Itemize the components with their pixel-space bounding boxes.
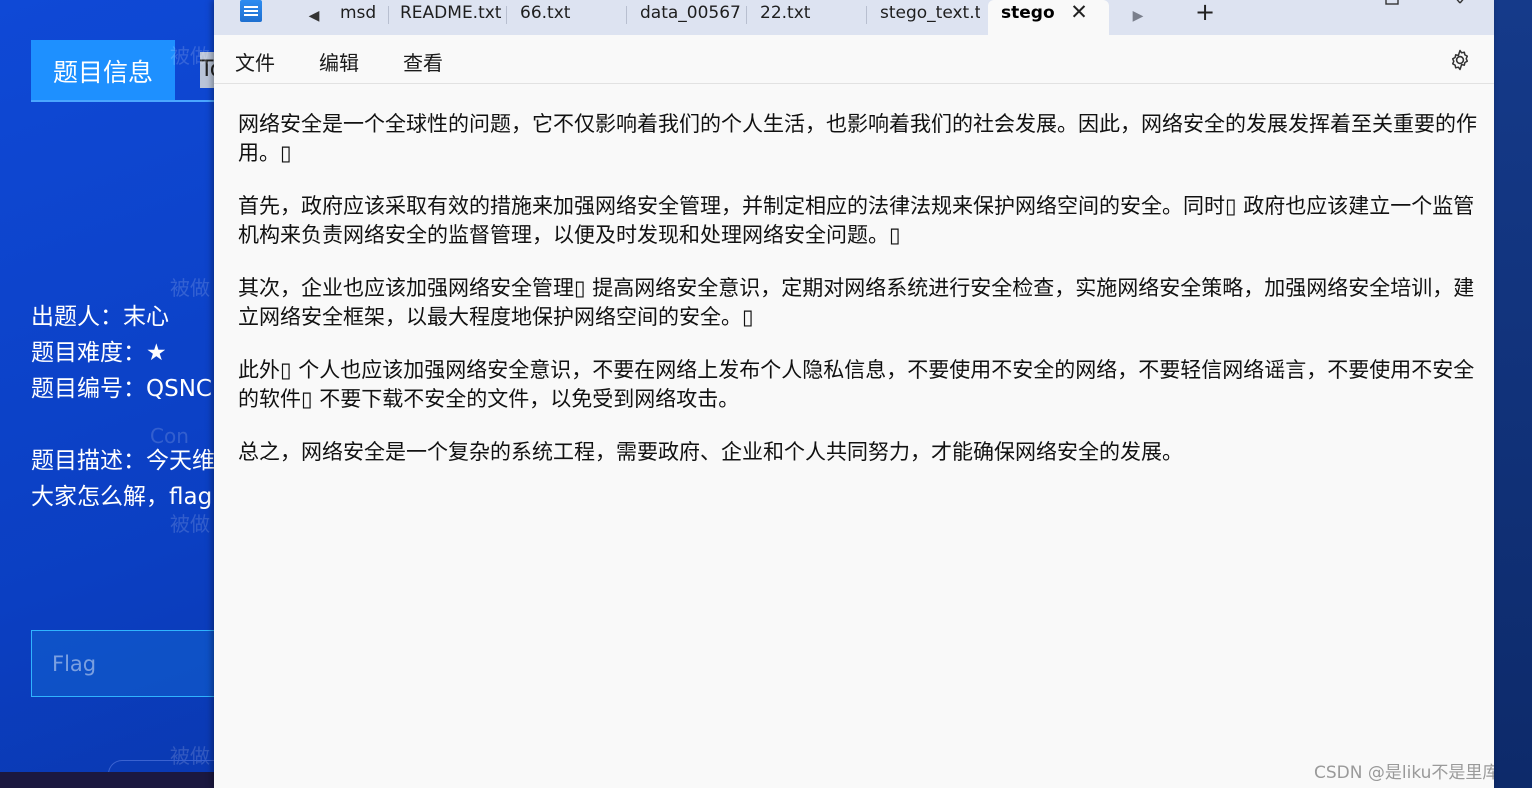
text-paragraph: 此外▯ 个人也应该加强网络安全意识，不要在网络上发布个人隐私信息，不要使用不安全…: [238, 358, 1475, 411]
problem-description-line2: 大家怎么解，flag: [31, 484, 213, 510]
maximize-icon[interactable]: [1382, 0, 1402, 8]
tab-separator: [506, 6, 507, 24]
flag-input[interactable]: [32, 631, 220, 696]
problem-author: 出题人：末心: [31, 304, 169, 330]
tab-file[interactable]: data_005678: [640, 0, 740, 30]
text-paragraph: 其次，企业也应该加强网络安全管理▯ 提高网络安全意识，定期对网络系统进行安全检查…: [238, 276, 1475, 329]
tab-active[interactable]: stego ✕: [988, 0, 1109, 35]
menu-edit[interactable]: 编辑: [319, 47, 359, 76]
csdn-watermark: CSDN @是liku不是里库: [1314, 763, 1494, 783]
tab-separator: [866, 6, 867, 24]
watermark-text: 被做: [170, 44, 210, 68]
taskbar-strip: [0, 772, 214, 788]
tab-separator: [746, 6, 747, 24]
plus-icon[interactable]: +: [1192, 0, 1218, 26]
chevron-left-icon[interactable]: ◀: [304, 5, 324, 27]
tab-file[interactable]: 66.txt: [520, 0, 620, 30]
desktop-edge: [1494, 0, 1532, 788]
scroll-left-glyph: ◀: [308, 8, 320, 24]
new-tab-glyph: +: [1194, 0, 1216, 26]
tab-file-label: 22.txt: [760, 3, 811, 23]
menu-bar: 文件 编辑 查看: [214, 35, 1494, 84]
window-close-icon[interactable]: [1450, 0, 1470, 8]
flag-input-box: [31, 630, 221, 697]
tab-file-label: README.txt: [400, 3, 502, 23]
problem-description-line1: 题目描述：今天维: [31, 448, 215, 474]
text-paragraph: 网络安全是一个全球性的问题，它不仅影响着我们的个人生活，也影响着我们的社会发展。…: [238, 112, 1477, 165]
tab-bar: ◀ msd README.txt 66.txt data_005678 22.t…: [214, 0, 1494, 35]
problem-difficulty: 题目难度：★: [31, 340, 167, 366]
tab-separator: [626, 6, 627, 24]
menu-file[interactable]: 文件: [235, 47, 275, 76]
problem-id: 题目编号：QSNC: [31, 376, 212, 402]
text-paragraph: 总之，网络安全是一个复杂的系统工程，需要政府、企业和个人共同努力，才能确保网络安…: [238, 440, 1183, 464]
close-icon[interactable]: ✕: [1066, 0, 1092, 26]
text-paragraph: 首先，政府应该采取有效的措施来加强网络安全管理，并制定相应的法律法规来保护网络空…: [238, 194, 1475, 247]
tab-problem-info[interactable]: 题目信息: [31, 40, 175, 101]
scroll-right-glyph: ▶: [1132, 8, 1144, 24]
watermark-text: 被做: [170, 276, 210, 300]
tab-separator: [388, 6, 389, 24]
watermark-text: 被做: [170, 512, 210, 536]
tab-file[interactable]: README.txt: [400, 0, 510, 30]
tab-file-label: 66.txt: [520, 3, 571, 23]
tab-file-label: stego_text.txt: [880, 3, 980, 23]
tab-active-label: stego: [1001, 3, 1055, 23]
tab-underline: [31, 100, 214, 102]
notepad-app-icon: [240, 0, 262, 22]
tab-problem-info-label: 题目信息: [52, 57, 153, 87]
tab-file-label: data_005678: [640, 3, 740, 23]
menu-view[interactable]: 查看: [403, 47, 443, 76]
chevron-right-icon[interactable]: ▶: [1128, 5, 1148, 27]
tab-file[interactable]: 22.txt: [760, 0, 860, 30]
tab-file[interactable]: msd: [340, 0, 380, 30]
notepad-window: ◀ msd README.txt 66.txt data_005678 22.t…: [214, 0, 1494, 788]
tab-file[interactable]: stego_text.txt: [880, 0, 980, 30]
tab-file-label: msd: [340, 3, 377, 23]
gear-icon[interactable]: [1448, 48, 1472, 72]
